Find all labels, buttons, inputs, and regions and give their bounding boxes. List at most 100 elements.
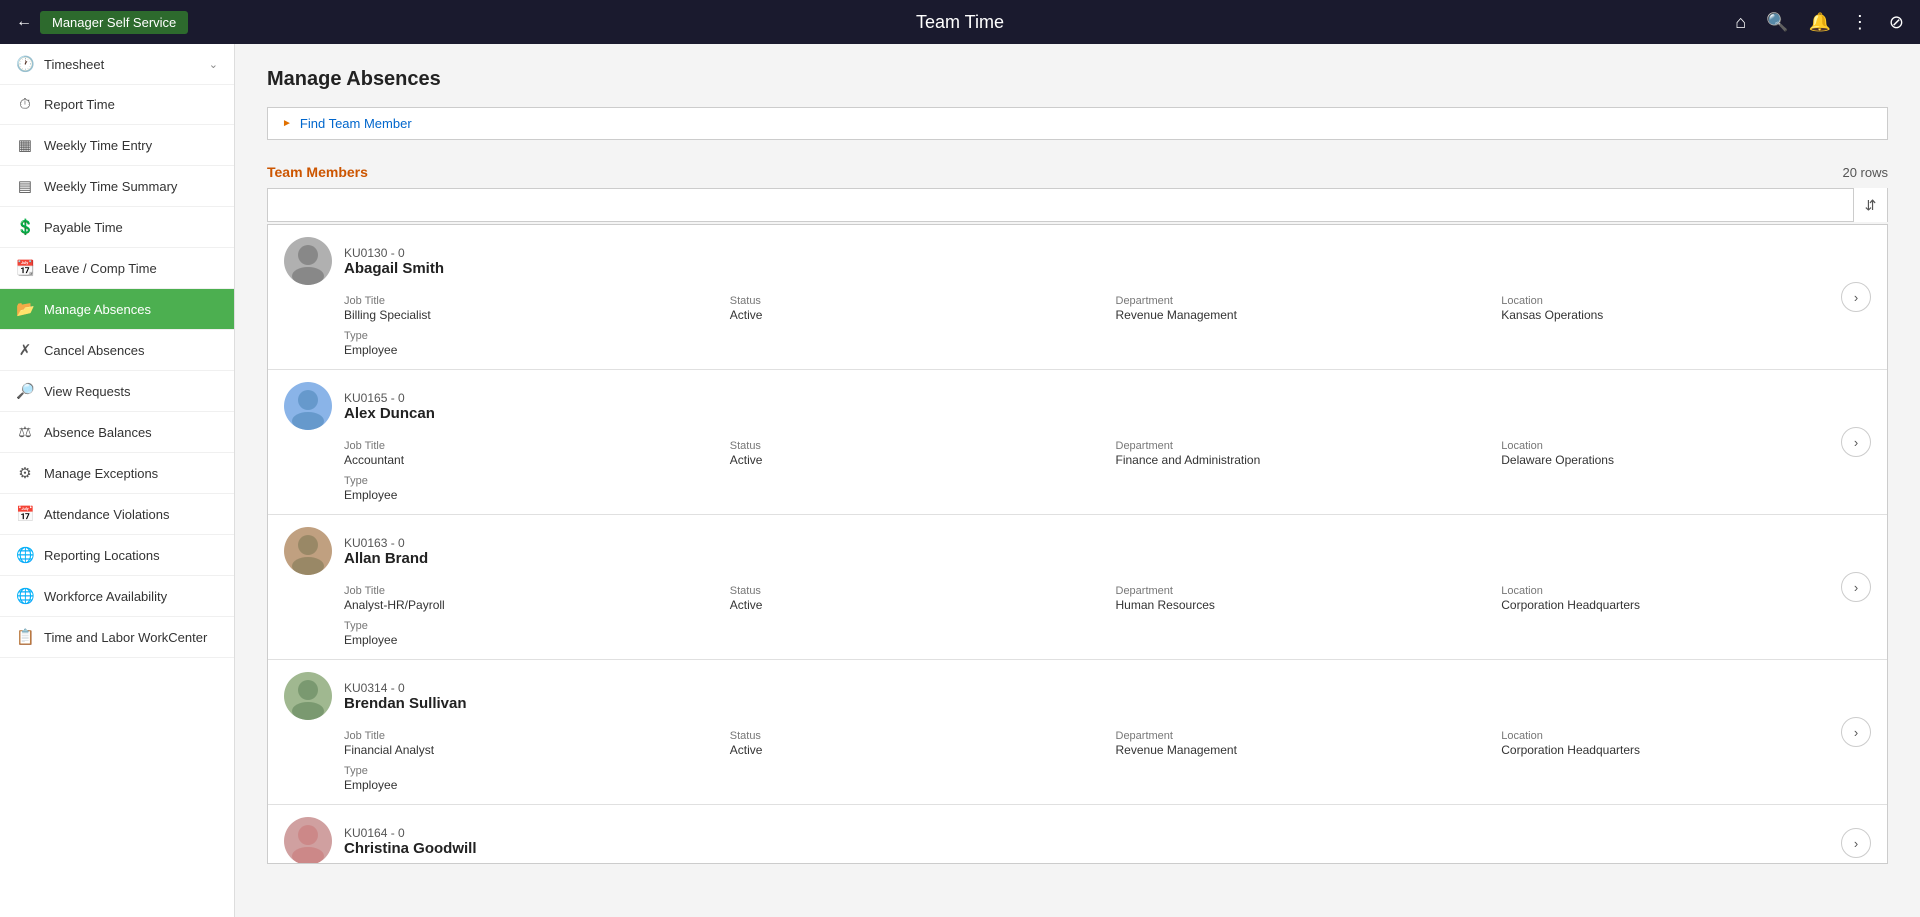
location-label: Location <box>1501 730 1871 742</box>
content-area: Manage Absences ► Find Team Member Team … <box>235 44 1920 917</box>
sidebar-item-reporting-locations[interactable]: 🌐 Reporting Locations <box>0 535 234 576</box>
page-heading: Manage Absences <box>267 68 1888 91</box>
sidebar-item-cancel-absences[interactable]: ✗ Cancel Absences <box>0 330 234 371</box>
sidebar-item-label: Report Time <box>44 97 218 112</box>
member-nav-button[interactable]: › <box>1841 427 1871 457</box>
detail-department: Department Human Resources <box>1116 585 1486 612</box>
reporting-locations-icon: 🌐 <box>16 546 34 564</box>
sidebar-item-manage-exceptions[interactable]: ⚙ Manage Exceptions <box>0 453 234 494</box>
report-time-icon: ⏱ <box>16 96 34 113</box>
type-label: Type <box>344 765 714 777</box>
chevron-down-icon: ⌄ <box>209 58 218 71</box>
payable-time-icon: 💲 <box>16 218 34 236</box>
sidebar-item-report-time[interactable]: ⏱ Report Time <box>0 85 234 125</box>
member-id: KU0164 - 0 <box>344 826 1871 840</box>
sidebar-item-weekly-time-summary[interactable]: ▤ Weekly Time Summary <box>0 166 234 207</box>
status-value: Active <box>730 598 763 612</box>
member-card-top: KU0314 - 0 Brendan Sullivan › <box>284 672 1871 720</box>
department-label: Department <box>1116 730 1486 742</box>
header-icons: ⌂ 🔍 🔔 ⋮ ⊘ <box>1735 12 1904 33</box>
sidebar-collapse-handle[interactable]: ▮ <box>234 461 235 501</box>
avatar <box>284 237 332 285</box>
member-card-top: KU0163 - 0 Allan Brand › <box>284 527 1871 575</box>
back-arrow-icon[interactable]: ← <box>16 13 32 31</box>
avatar <box>284 817 332 864</box>
search-icon[interactable]: 🔍 <box>1766 12 1788 33</box>
table-row: KU0130 - 0 Abagail Smith › Job Title Bil… <box>268 225 1887 370</box>
top-header: ← Manager Self Service Team Time ⌂ 🔍 🔔 ⋮… <box>0 0 1920 44</box>
detail-status: Status Active <box>730 295 1100 322</box>
member-nav-button[interactable]: › <box>1841 572 1871 602</box>
weekly-entry-icon: ▦ <box>16 136 34 154</box>
member-id: KU0165 - 0 <box>344 391 1871 405</box>
filter-input[interactable] <box>268 198 1853 213</box>
sidebar-item-time-labor-workcenter[interactable]: 📋 Time and Labor WorkCenter <box>0 617 234 658</box>
find-team-member-bar[interactable]: ► Find Team Member <box>267 107 1888 140</box>
team-members-title: Team Members <box>267 164 368 180</box>
status-label: Status <box>730 585 1100 597</box>
sidebar-item-view-requests[interactable]: 🔎 View Requests <box>0 371 234 412</box>
member-nav-button[interactable]: › <box>1841 717 1871 747</box>
member-name: Brendan Sullivan <box>344 695 1871 712</box>
table-row: KU0163 - 0 Allan Brand › Job Title Analy… <box>268 515 1887 660</box>
table-row: KU0164 - 0 Christina Goodwill › <box>268 805 1887 864</box>
job-title-value: Financial Analyst <box>344 743 434 757</box>
sidebar-item-weekly-time-entry[interactable]: ▦ Weekly Time Entry <box>0 125 234 166</box>
sidebar-item-label: View Requests <box>44 384 218 399</box>
sidebar-item-timesheet[interactable]: 🕐 Timesheet ⌄ <box>0 44 234 85</box>
detail-job-title: Job Title Financial Analyst <box>344 730 714 757</box>
member-details: Job Title Financial Analyst Status Activ… <box>284 730 1871 792</box>
workforce-icon: 🌐 <box>16 587 34 605</box>
bell-icon[interactable]: 🔔 <box>1808 12 1830 33</box>
member-id-name: KU0314 - 0 Brendan Sullivan <box>344 681 1871 712</box>
sidebar-item-manage-absences[interactable]: 📂 Manage Absences <box>0 289 234 330</box>
detail-department: Department Finance and Administration <box>1116 440 1486 467</box>
detail-location: Location Corporation Headquarters <box>1501 585 1871 612</box>
member-nav-button[interactable]: › <box>1841 282 1871 312</box>
sidebar-item-leave-comp-time[interactable]: 📆 Leave / Comp Time <box>0 248 234 289</box>
detail-type: Type Employee <box>344 765 714 792</box>
job-title-value: Billing Specialist <box>344 308 431 322</box>
attendance-icon: 📅 <box>16 505 34 523</box>
detail-job-title: Job Title Billing Specialist <box>344 295 714 322</box>
sidebar-item-label: Leave / Comp Time <box>44 261 218 276</box>
sidebar-item-absence-balances[interactable]: ⚖ Absence Balances <box>0 412 234 453</box>
rows-count: 20 rows <box>1842 165 1888 180</box>
more-icon[interactable]: ⋮ <box>1851 12 1869 33</box>
sidebar-item-label: Manage Absences <box>44 302 218 317</box>
type-value: Employee <box>344 778 397 792</box>
member-nav-button[interactable]: › <box>1841 828 1871 858</box>
manage-exceptions-icon: ⚙ <box>16 464 34 482</box>
workcenter-icon: 📋 <box>16 628 34 646</box>
sidebar-item-label: Weekly Time Summary <box>44 179 218 194</box>
sidebar: 🕐 Timesheet ⌄ ⏱ Report Time ▦ Weekly Tim… <box>0 44 235 917</box>
view-requests-icon: 🔎 <box>16 382 34 400</box>
type-label: Type <box>344 620 714 632</box>
department-value: Revenue Management <box>1116 308 1237 322</box>
detail-location: Location Kansas Operations <box>1501 295 1871 322</box>
location-label: Location <box>1501 295 1871 307</box>
status-label: Status <box>730 295 1100 307</box>
sidebar-item-label: Payable Time <box>44 220 218 235</box>
detail-job-title: Job Title Accountant <box>344 440 714 467</box>
app-title[interactable]: Manager Self Service <box>40 11 188 34</box>
sort-button[interactable]: ⇵ <box>1853 188 1887 222</box>
type-label: Type <box>344 330 714 342</box>
member-id: KU0314 - 0 <box>344 681 1871 695</box>
type-value: Employee <box>344 343 397 357</box>
member-card-top: KU0164 - 0 Christina Goodwill › <box>284 817 1871 864</box>
forbidden-icon[interactable]: ⊘ <box>1889 12 1904 33</box>
department-value: Human Resources <box>1116 598 1215 612</box>
sidebar-item-label: Attendance Violations <box>44 507 218 522</box>
status-value: Active <box>730 743 763 757</box>
sidebar-item-workforce-availability[interactable]: 🌐 Workforce Availability <box>0 576 234 617</box>
member-card-top: KU0130 - 0 Abagail Smith › <box>284 237 1871 285</box>
find-team-member-link[interactable]: Find Team Member <box>300 116 412 131</box>
job-title-value: Accountant <box>344 453 404 467</box>
home-icon[interactable]: ⌂ <box>1735 12 1746 33</box>
detail-department: Department Revenue Management <box>1116 730 1486 757</box>
sidebar-item-attendance-violations[interactable]: 📅 Attendance Violations <box>0 494 234 535</box>
main-layout: 🕐 Timesheet ⌄ ⏱ Report Time ▦ Weekly Tim… <box>0 44 1920 917</box>
page-title-center: Team Time <box>916 12 1004 33</box>
sidebar-item-payable-time[interactable]: 💲 Payable Time <box>0 207 234 248</box>
